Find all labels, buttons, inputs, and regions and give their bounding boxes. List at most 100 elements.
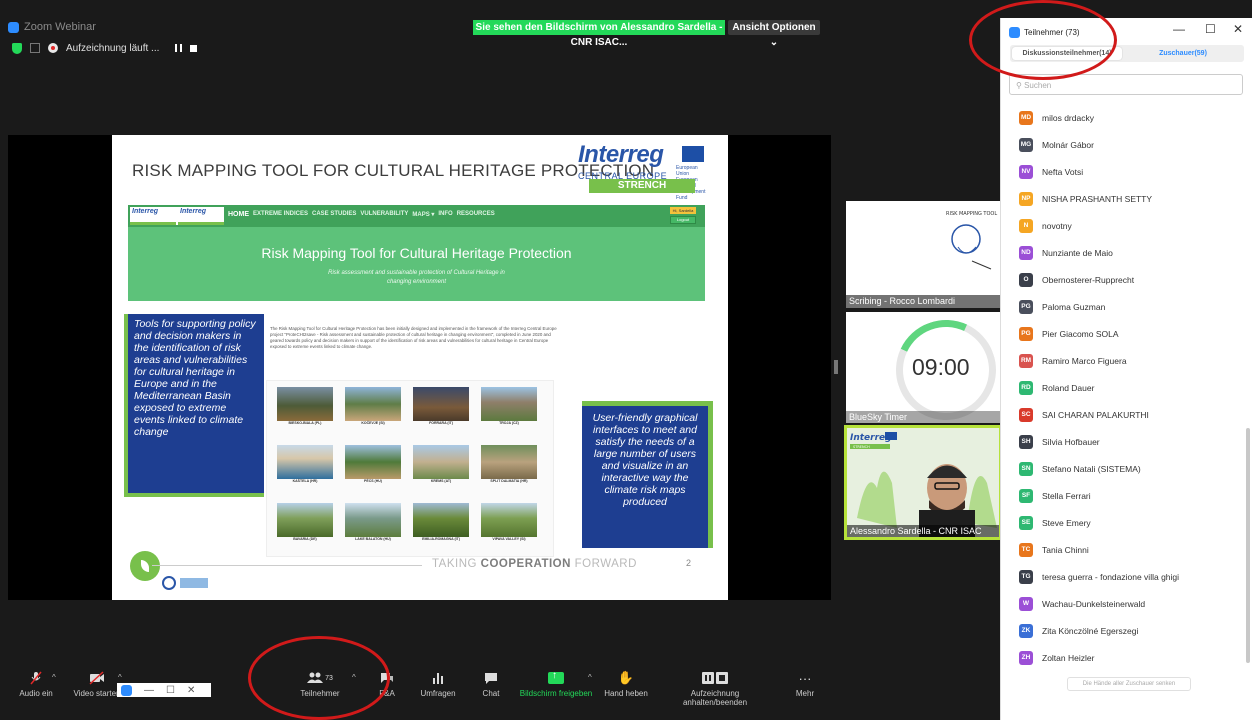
minimized-window[interactable]: — ☐ ✕: [117, 683, 211, 697]
participant-name: SAI CHARAN PALAKURTHI: [1042, 409, 1149, 420]
close-icon[interactable]: ✕: [187, 685, 195, 696]
audio-caret-icon[interactable]: ^: [52, 673, 56, 682]
nav-link-case-studies: CASE STUDIES: [312, 211, 357, 217]
gallery-photo: [413, 503, 469, 537]
more-button[interactable]: ··· Mehr: [790, 671, 820, 699]
record-control-button[interactable]: Aufzeichnung anhalten/beenden: [660, 671, 770, 707]
participant-row[interactable]: SE Steve Emery: [1019, 509, 1243, 536]
video-tile-active-speaker[interactable]: Interreg STRENCH Alessandro Sardella - C…: [844, 425, 1002, 540]
recording-bar: Aufzeichnung läuft ...: [12, 40, 198, 56]
app-title: Zoom Webinar: [8, 21, 96, 33]
participant-row[interactable]: SF Stella Ferrari: [1019, 482, 1243, 509]
participant-name: Steve Emery: [1042, 517, 1091, 528]
gallery-caption: TROJA (CZ): [499, 421, 519, 425]
maximize-icon[interactable]: ☐: [166, 685, 175, 696]
video-button[interactable]: Video starten ^: [72, 671, 122, 698]
participant-row[interactable]: TG teresa guerra - fondazione villa ghigi: [1019, 563, 1243, 590]
footer-slogan: TAKING COOPERATION FORWARD: [432, 558, 637, 570]
view-options-button[interactable]: Ansicht Optionen ⌄: [728, 20, 820, 48]
participant-row[interactable]: SC SAI CHARAN PALAKURTHI: [1019, 401, 1243, 428]
gallery-photo: [277, 387, 333, 421]
participant-row[interactable]: RD Roland Dauer: [1019, 374, 1243, 401]
chat-button[interactable]: Chat: [478, 671, 504, 698]
audio-button[interactable]: Audio ein ^: [16, 671, 56, 698]
nav-link-extreme-indices: EXTREME INDICES: [253, 211, 309, 217]
gallery-photo: [481, 387, 537, 421]
gallery-item: SPLIT DALMATIA (HR): [477, 442, 541, 486]
avatar: SC: [1019, 407, 1033, 422]
share-screen-button[interactable]: Bildschirm freigeben ^: [516, 670, 596, 698]
minimize-icon[interactable]: —: [144, 685, 154, 696]
avatar: ZK: [1019, 623, 1033, 638]
gallery-caption: SPLIT DALMATIA (HR): [490, 479, 528, 483]
polls-button[interactable]: Umfragen: [418, 671, 458, 698]
maximize-icon[interactable]: ☐: [1205, 22, 1216, 36]
participant-row[interactable]: W Wachau-Dunkelsteinerwald: [1019, 590, 1243, 617]
share-caret-icon[interactable]: ^: [588, 673, 592, 682]
participant-row[interactable]: MG Molnár Gábor: [1019, 131, 1243, 158]
minimize-icon[interactable]: —: [1173, 22, 1185, 36]
participant-row[interactable]: PG Pier Giacomo SOLA: [1019, 320, 1243, 347]
more-label: Mehr: [795, 689, 815, 698]
lower-all-hands-button[interactable]: Die Hände aller Zuschauer senken: [1067, 677, 1191, 691]
gallery-item: LAKE BALATON (HU): [341, 500, 405, 544]
strench-label: STRENCH: [589, 179, 695, 193]
participant-name: Ramiro Marco Figuera: [1042, 355, 1127, 366]
participant-list-scrollbar[interactable]: [1246, 428, 1250, 663]
muted-mic-icon: [16, 671, 56, 685]
raise-hand-button[interactable]: ✋ Hand heben: [602, 670, 650, 698]
participant-row[interactable]: RM Ramiro Marco Figuera: [1019, 347, 1243, 374]
website-logo-2: Interreg: [178, 207, 224, 225]
participant-row[interactable]: SH Silvia Hofbauer: [1019, 428, 1243, 455]
gallery-item: VIPAVA VALLEY (SI): [477, 500, 541, 544]
participant-row[interactable]: TC Tania Chinni: [1019, 536, 1243, 563]
avatar: SF: [1019, 488, 1033, 503]
avatar: O: [1019, 272, 1033, 287]
hero-subtitle: Risk assessment and sustainable protecti…: [328, 270, 505, 285]
avatar: SH: [1019, 434, 1033, 449]
tile-participant-name: BlueSky Timer: [846, 411, 1001, 423]
video-tile-scribing[interactable]: RISK MAPPING TOOL Scribing - Rocco Lomba…: [846, 201, 1001, 308]
grid-icon[interactable]: [30, 43, 40, 53]
gallery-photo: [481, 503, 537, 537]
annotation-circle: [969, 0, 1117, 80]
hero-title: Risk Mapping Tool for Cultural Heritage …: [261, 245, 572, 261]
participant-row[interactable]: O Obernosterer-Rupprecht: [1019, 266, 1243, 293]
participant-row[interactable]: NP NISHA PRASHANTH SETTY: [1019, 185, 1243, 212]
avatar: NV: [1019, 164, 1033, 179]
gallery-caption: BAVARIA (DE): [293, 537, 317, 541]
slogan-post: FORWARD: [574, 558, 637, 570]
avatar: RD: [1019, 380, 1033, 395]
video-caret-icon[interactable]: ^: [118, 673, 122, 682]
scribing-drawing: RISK MAPPING TOOL: [946, 211, 997, 270]
participant-row[interactable]: Nnovotny: [1019, 212, 1243, 239]
participant-name: Silvia Hofbauer: [1042, 436, 1100, 447]
speaker-logo-sub: STRENCH: [853, 445, 870, 449]
participant-row[interactable]: ZH Zoltan Heizler: [1019, 644, 1243, 671]
participant-row[interactable]: SN Stefano Natali (SISTEMA): [1019, 455, 1243, 482]
participant-row[interactable]: ND Nunziante de Maio: [1019, 239, 1243, 266]
video-tile-timer[interactable]: 09:00 BlueSky Timer: [846, 305, 1011, 435]
participant-row[interactable]: MD milos drdacky: [1019, 104, 1243, 131]
hand-icon: ✋: [617, 670, 635, 685]
tab-attendees[interactable]: Zuschauer(59): [1128, 47, 1238, 60]
eu-flag-icon: [682, 146, 704, 162]
annotation-circle: [248, 636, 390, 720]
stop-recording-icon[interactable]: [190, 44, 198, 52]
gallery-photo: [345, 445, 401, 479]
website-nav-links: HOME EXTREME INDICES CASE STUDIES VULNER…: [228, 211, 495, 218]
website-navbar: Interreg Interreg HOME EXTREME INDICES C…: [128, 205, 705, 227]
pause-recording-icon[interactable]: [175, 44, 183, 52]
nav-link-home: HOME: [228, 211, 249, 218]
participant-row[interactable]: NV Nefta Votsi: [1019, 158, 1243, 185]
gallery-caption: BIESKO-BIALA (PL): [288, 421, 322, 425]
participant-row[interactable]: ZK Zita Könczölné Egerszegi: [1019, 617, 1243, 644]
participant-row[interactable]: PG Paloma Guzman: [1019, 293, 1243, 320]
close-icon[interactable]: ✕: [1233, 22, 1243, 36]
split-view-handle[interactable]: [834, 360, 838, 374]
gallery-caption: PÉCS (HU): [364, 479, 382, 483]
recording-label: Aufzeichnung läuft ...: [66, 42, 160, 54]
avatar: PG: [1019, 299, 1033, 314]
tile-participant-name: Alessandro Sardella - CNR ISAC (Italy): [847, 525, 999, 537]
video-label: Video starten: [73, 689, 121, 698]
